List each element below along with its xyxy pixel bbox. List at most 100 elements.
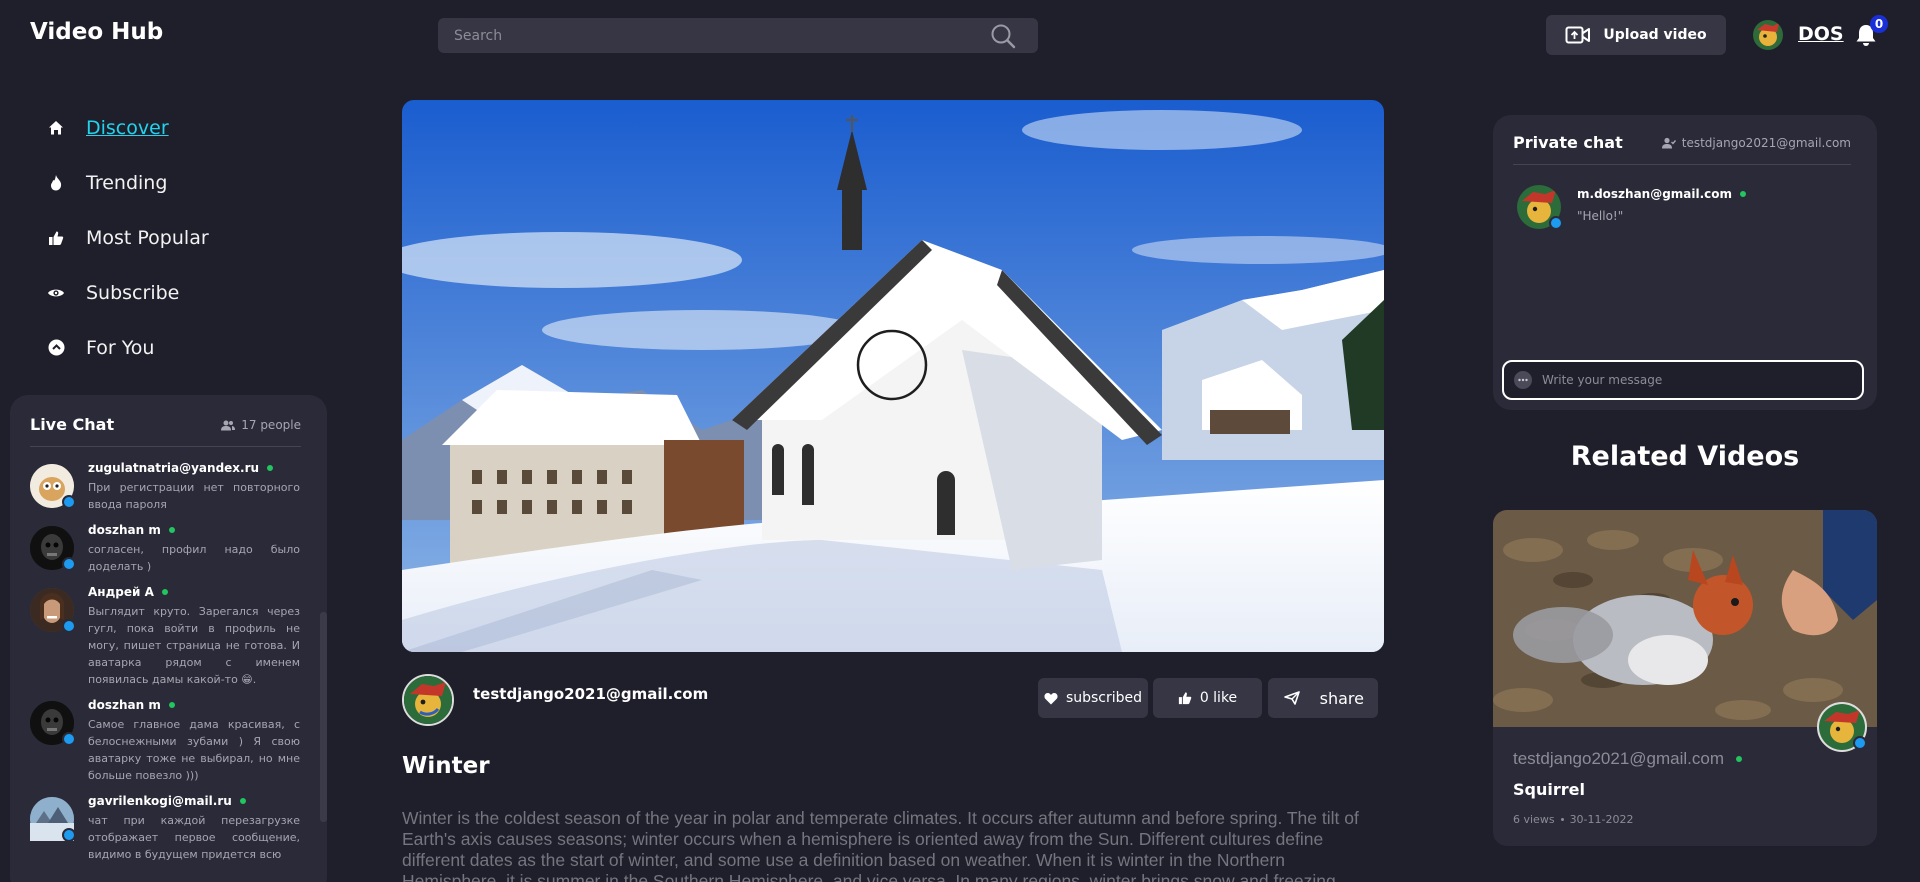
online-status-icon <box>1740 191 1747 197</box>
related-video-title[interactable]: Squirrel <box>1513 780 1585 799</box>
video-description: Winter is the coldest season of the year… <box>402 808 1359 882</box>
avatar[interactable] <box>30 797 76 842</box>
people-count-label: 17 people <box>241 418 301 432</box>
related-video-thumbnail[interactable] <box>1493 510 1877 727</box>
subscribe-label: subscribed <box>1065 690 1143 706</box>
private-chat-panel: Private chat testdjango2021@gmail.com m.… <box>1493 115 1877 410</box>
chat-author: doszhan m <box>88 698 300 712</box>
live-chat-title: Live Chat <box>30 415 115 434</box>
message-input-box[interactable] <box>1502 360 1864 400</box>
chat-author-name: gavrilenkogi@mail.ru <box>88 794 232 808</box>
search-input[interactable] <box>438 18 1038 53</box>
chat-author-name: doszhan m <box>88 523 161 537</box>
share-button[interactable]: share <box>1268 678 1378 718</box>
chat-author: Андрей А <box>88 585 300 599</box>
avatar[interactable] <box>30 701 76 746</box>
sidebar-item-subscribe[interactable]: Subscribe <box>46 265 209 320</box>
chat-author: gavrilenkogi@mail.ru <box>88 794 300 808</box>
online-status-icon <box>161 589 168 595</box>
user-check-icon <box>1661 137 1676 149</box>
online-status-icon <box>168 702 175 708</box>
video-upload-icon <box>1565 26 1591 44</box>
sidebar-item-most-popular[interactable]: Most Popular <box>46 210 209 265</box>
chat-author: m.doszhan@gmail.com <box>1577 187 1747 201</box>
view-count: 6 views <box>1513 813 1555 826</box>
chat-author-name: Андрей А <box>88 585 154 599</box>
private-chat-title: Private chat <box>1513 133 1623 152</box>
chat-author-name: doszhan m <box>88 698 161 712</box>
related-videos-heading: Related Videos <box>1570 441 1800 472</box>
channel-avatar[interactable] <box>402 674 454 726</box>
sidebar-item-label: Most Popular <box>86 226 209 249</box>
related-video-channel[interactable]: testdjango2021@gmail.com <box>1513 749 1742 769</box>
eye-icon <box>46 283 66 303</box>
online-status-icon <box>168 527 175 533</box>
channel-name[interactable]: testdjango2021@gmail.com <box>473 685 708 703</box>
avatar[interactable] <box>1517 185 1563 230</box>
related-video-meta: 6 views 30-11-2022 <box>1513 813 1634 826</box>
verified-icon <box>62 619 76 633</box>
verified-icon <box>62 828 76 842</box>
live-chat-panel: Live Chat 17 people zugulatnatria@yandex… <box>10 395 327 882</box>
username-link[interactable]: DOS <box>1798 23 1844 45</box>
live-chat-people-count: 17 people <box>221 415 301 435</box>
thumbs-up-icon <box>46 228 66 248</box>
search-icon[interactable] <box>990 23 1016 49</box>
related-channel-name: testdjango2021@gmail.com <box>1513 749 1724 768</box>
separator-dot <box>1560 818 1564 821</box>
app-logo[interactable]: Video Hub <box>30 19 163 45</box>
sidebar-item-trending[interactable]: Trending <box>46 155 209 210</box>
private-chat-user: testdjango2021@gmail.com <box>1661 133 1851 153</box>
chat-message: gavrilenkogi@mail.ru чат при каждой пере… <box>30 794 300 863</box>
chat-message: Андрей А Выглядит круто. Зарегался через… <box>30 585 300 688</box>
chevron-up-circle-icon <box>46 338 66 358</box>
upload-video-button[interactable]: Upload video <box>1546 15 1726 55</box>
chat-author: zugulatnatria@yandex.ru <box>88 461 300 475</box>
verified-icon <box>1853 736 1867 750</box>
chat-text: Самое главное дама красивая, с белоснежн… <box>88 718 300 782</box>
video-thumbnail <box>402 100 1384 652</box>
avatar[interactable] <box>30 464 76 509</box>
emoji-icon[interactable] <box>1514 371 1532 389</box>
private-chat-user-email: testdjango2021@gmail.com <box>1681 136 1851 150</box>
live-chat-messages: zugulatnatria@yandex.ru При регистрации … <box>30 461 300 873</box>
sidebar-item-label: Subscribe <box>86 281 180 304</box>
video-title: Winter <box>402 753 490 779</box>
subscribe-button[interactable]: subscribed <box>1038 678 1148 718</box>
verified-icon <box>1549 216 1563 230</box>
message-input[interactable] <box>1542 373 1862 387</box>
verified-icon <box>62 732 76 746</box>
online-status-icon <box>239 798 246 804</box>
chat-text: При регистрации нет повторного ввода пар… <box>88 481 300 511</box>
chat-message: doszhan m согласен, профил надо было дод… <box>30 523 300 575</box>
chat-message: m.doszhan@gmail.com "Hello!" <box>1517 185 1747 230</box>
live-chat-scrollbar[interactable] <box>320 612 327 822</box>
send-icon <box>1284 691 1300 705</box>
search-bar[interactable] <box>438 18 1038 53</box>
chat-text: Выглядит круто. Зарегался через гугл, по… <box>88 605 300 686</box>
sidebar-item-for-you[interactable]: For You <box>46 320 209 375</box>
chat-message: zugulatnatria@yandex.ru При регистрации … <box>30 461 300 513</box>
share-label: share <box>1319 688 1364 708</box>
sidebar-item-discover[interactable]: Discover <box>46 100 209 155</box>
video-player[interactable] <box>402 100 1384 652</box>
sidebar-nav: Discover Trending Most Popular Subscribe… <box>46 100 209 375</box>
avatar[interactable] <box>30 588 76 633</box>
avatar-image <box>1753 20 1783 50</box>
like-button[interactable]: 0 like <box>1153 678 1262 718</box>
thumbnail-image <box>1493 510 1877 727</box>
chat-author: doszhan m <box>88 523 300 537</box>
chat-text: чат при каждой перезагрузке отображает п… <box>88 814 300 861</box>
chat-text: согласен, профил надо было доделать ) <box>88 543 300 573</box>
heart-icon <box>1044 692 1058 704</box>
avatar[interactable] <box>30 526 76 571</box>
verified-icon <box>62 557 76 571</box>
online-status-icon <box>267 465 274 471</box>
upload-date: 30-11-2022 <box>1569 813 1634 826</box>
online-status-icon <box>1736 756 1742 762</box>
user-avatar[interactable] <box>1753 20 1783 50</box>
chat-author-name: m.doszhan@gmail.com <box>1577 187 1733 201</box>
sidebar-item-label: Discover <box>86 116 169 139</box>
verified-icon <box>62 495 76 509</box>
related-video-card[interactable]: testdjango2021@gmail.com Squirrel 6 view… <box>1493 510 1877 846</box>
